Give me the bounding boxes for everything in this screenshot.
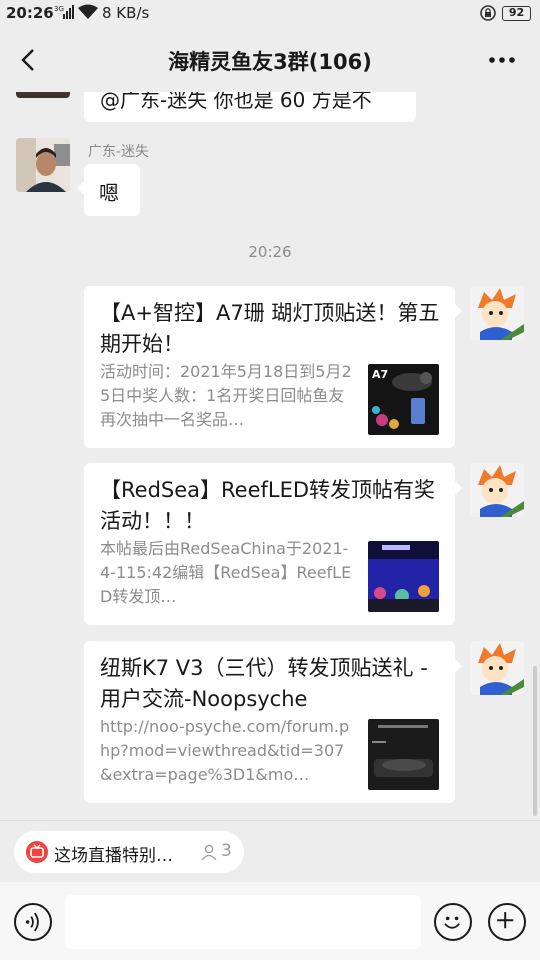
avatar-cartoon <box>470 286 524 340</box>
thumbnail-image <box>368 719 439 790</box>
avatar[interactable] <box>470 463 524 517</box>
avatar[interactable] <box>470 641 524 695</box>
avatar-cartoon <box>470 463 524 517</box>
wifi-icon <box>78 4 98 19</box>
battery-icon: 92 <box>502 6 531 21</box>
message-input[interactable] <box>65 895 421 949</box>
more-icon[interactable] <box>486 48 518 72</box>
chat-title: 海精灵鱼友3群(106) <box>168 50 372 74</box>
avatar-cartoon <box>470 641 524 695</box>
live-viewer-count: 3 <box>221 841 232 861</box>
card-description: 活动时间：2021年5月18日到5月25日中奖人数：1名开奖日回帖鱼友再次抽中一… <box>100 362 352 429</box>
card-title: 纽斯K7 V3（三代）转发顶贴送礼 - 用户交流-Noopsyche <box>100 656 428 711</box>
link-card[interactable]: 纽斯K7 V3（三代）转发顶贴送礼 - 用户交流-Noopsyche http:… <box>84 641 462 803</box>
thumbnail-image: A7 <box>368 364 439 435</box>
people-icon <box>201 844 217 861</box>
link-card[interactable]: 【RedSea】ReefLED转发顶帖有奖活动！！！ 本帖最后由RedSeaCh… <box>84 463 462 625</box>
message-text: 嗯 <box>99 181 119 205</box>
status-bar: 20:26 3G 8 KB/s 92 <box>0 0 540 28</box>
card-title: 【A+智控】A7珊 瑚灯顶贴送！第五期开始！ <box>100 301 440 356</box>
emoji-icon[interactable] <box>434 903 472 941</box>
thumbnail-image <box>368 541 439 612</box>
live-icon <box>26 841 48 863</box>
live-title: 这场直播特别… <box>54 846 173 866</box>
signal-label: 3G <box>54 5 64 13</box>
alarm-icon <box>480 5 496 21</box>
input-bar <box>0 882 540 960</box>
scrollbar[interactable] <box>533 666 537 816</box>
avatar[interactable] <box>470 286 524 340</box>
live-banner[interactable]: 这场直播特别… 3 <box>14 831 244 873</box>
battery-level: 92 <box>508 6 525 19</box>
message-timestamp: 20:26 <box>248 243 292 261</box>
message-bubble[interactable]: 嗯 <box>77 164 140 216</box>
message-text: @广东-迷失 你也是 60 方是不 <box>100 92 372 112</box>
back-chevron-icon[interactable] <box>14 46 42 74</box>
network-speed: 8 KB/s <box>102 4 150 22</box>
voice-icon[interactable] <box>14 903 52 941</box>
card-thumbnail <box>368 719 439 790</box>
card-description: http://noo-psyche.com/forum.php?mod=view… <box>100 717 350 784</box>
card-thumbnail <box>368 541 439 612</box>
sender-name: 广东-迷失 <box>88 144 150 160</box>
message-list[interactable]: @广东-迷失 你也是 60 方是不 广东-迷失 嗯 20:26 【A+智控】A7… <box>0 92 540 820</box>
card-thumbnail: A7 <box>368 364 439 435</box>
signal-icon: 3G <box>54 5 74 19</box>
avatar[interactable] <box>16 138 70 192</box>
card-description: 本帖最后由RedSeaChina于2021-4-115:42编辑【RedSea】… <box>100 539 352 606</box>
card-title: 【RedSea】ReefLED转发顶帖有奖活动！！！ <box>100 478 436 533</box>
message-bubble[interactable]: @广东-迷失 你也是 60 方是不 <box>84 92 416 122</box>
avatar-photo <box>16 138 70 192</box>
avatar[interactable] <box>16 92 70 98</box>
thumbnail-label: A7 <box>372 368 388 381</box>
status-time: 20:26 <box>6 4 54 22</box>
plus-icon[interactable] <box>488 903 526 941</box>
chat-header: 海精灵鱼友3群(106) <box>0 28 540 92</box>
live-strip: 这场直播特别… 3 <box>0 820 540 882</box>
link-card[interactable]: 【A+智控】A7珊 瑚灯顶贴送！第五期开始！ 活动时间：2021年5月18日到5… <box>84 286 462 448</box>
